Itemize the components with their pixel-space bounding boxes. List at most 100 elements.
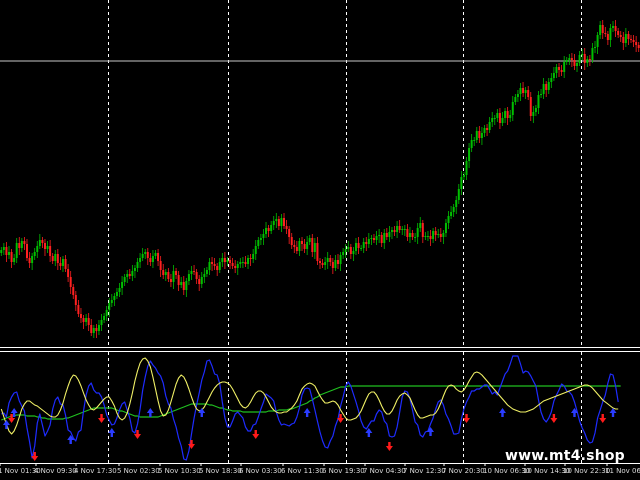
bull-candle [419, 223, 422, 228]
bull-candle [565, 60, 568, 62]
bull-candle [550, 78, 553, 82]
bear-candle [303, 244, 306, 249]
bull-candle [108, 303, 111, 310]
bear-candle [421, 223, 424, 237]
bull-candle [154, 253, 157, 256]
bear-candle [506, 111, 509, 118]
bear-candle [331, 262, 334, 268]
bull-candle [519, 88, 522, 94]
bull-candle [493, 118, 496, 119]
bull-candle [442, 233, 445, 237]
bear-candle [159, 261, 162, 270]
bear-candle [527, 90, 530, 97]
bull-candle [375, 236, 378, 240]
bear-candle [49, 246, 52, 256]
bull-candle [326, 258, 329, 262]
bull-candle [270, 225, 273, 231]
bear-candle [213, 264, 216, 266]
bear-candle [290, 237, 293, 245]
bear-candle [635, 42, 638, 45]
bear-candle [198, 279, 201, 284]
bull-candle [586, 59, 589, 63]
bull-candle [257, 240, 260, 246]
bear-candle [67, 269, 70, 277]
bull-candle [172, 271, 175, 282]
bull-candle [221, 258, 224, 262]
bull-candle [164, 272, 167, 275]
bull-candle [203, 274, 206, 277]
bull-candle [450, 212, 453, 216]
bull-candle [92, 328, 95, 333]
bear-candle [372, 238, 375, 240]
bear-candle [434, 231, 437, 235]
bear-candle [18, 243, 21, 248]
bull-candle [352, 251, 355, 254]
bull-candle [20, 241, 23, 248]
bull-candle [144, 252, 147, 254]
bear-candle [349, 247, 352, 254]
bull-candle [555, 67, 558, 73]
bear-candle [149, 258, 152, 262]
bull-candle [31, 256, 34, 263]
bull-candle [139, 258, 142, 262]
time-axis-label: 6 Nov 11:30 [281, 467, 324, 475]
bear-candle [10, 252, 13, 262]
bull-candle [470, 140, 473, 148]
bull-candle [390, 230, 393, 232]
bear-candle [329, 258, 332, 262]
bear-candle [234, 266, 237, 268]
bull-candle [236, 264, 239, 268]
bull-candle [465, 161, 468, 175]
bear-candle [406, 229, 409, 237]
watermark-text: www.mt4.shop [505, 448, 625, 464]
bull-candle [581, 54, 584, 55]
bear-candle [617, 31, 620, 35]
bull-candle [190, 271, 193, 274]
bull-candle [457, 189, 460, 200]
bear-candle [249, 258, 252, 259]
bear-candle [195, 272, 198, 279]
bear-candle [570, 58, 573, 60]
bear-candle [429, 236, 432, 239]
bull-candle [324, 262, 327, 265]
bear-candle [614, 26, 617, 31]
bull-candle [480, 133, 483, 138]
bull-candle [252, 254, 255, 259]
bear-candle [193, 271, 196, 272]
bull-candle [13, 258, 16, 262]
bear-candle [277, 219, 280, 226]
bear-candle [157, 253, 160, 261]
time-axis-label: 6 Nov 19:30 [322, 467, 365, 475]
bull-candle [612, 26, 615, 28]
bull-candle [0, 250, 3, 253]
bear-candle [357, 243, 360, 248]
bull-candle [524, 90, 527, 93]
bear-candle [336, 260, 339, 264]
bull-candle [444, 223, 447, 233]
bull-candle [596, 35, 599, 47]
mt4-chart-window[interactable]: 1 Nov 01:30 4 Nov 09:30 4 Nov 17:30 5 Nov 0… [0, 0, 640, 480]
bull-candle [33, 252, 36, 256]
bull-candle [218, 262, 221, 270]
bull-candle [308, 238, 311, 242]
bull-candle [226, 260, 229, 262]
bear-candle [82, 318, 85, 322]
bull-candle [462, 175, 465, 177]
chart-canvas[interactable]: 1 Nov 01:304 Nov 09:304 Nov 17:30 5 Nov 0… [0, 0, 640, 480]
bull-candle [509, 115, 512, 118]
bull-candle [15, 243, 18, 258]
bear-candle [95, 328, 98, 331]
bull-candle [416, 228, 419, 237]
bear-candle [285, 226, 288, 229]
bull-candle [378, 235, 381, 236]
time-axis-label: 5 Nov 18:30 [199, 467, 242, 475]
bull-candle [344, 249, 347, 252]
bear-candle [498, 113, 501, 123]
bull-candle [123, 277, 126, 282]
bear-candle [77, 305, 80, 314]
bull-candle [205, 270, 208, 274]
bear-candle [316, 243, 319, 261]
bull-candle [239, 262, 242, 264]
bull-candle [488, 122, 491, 130]
bear-candle [74, 295, 77, 305]
